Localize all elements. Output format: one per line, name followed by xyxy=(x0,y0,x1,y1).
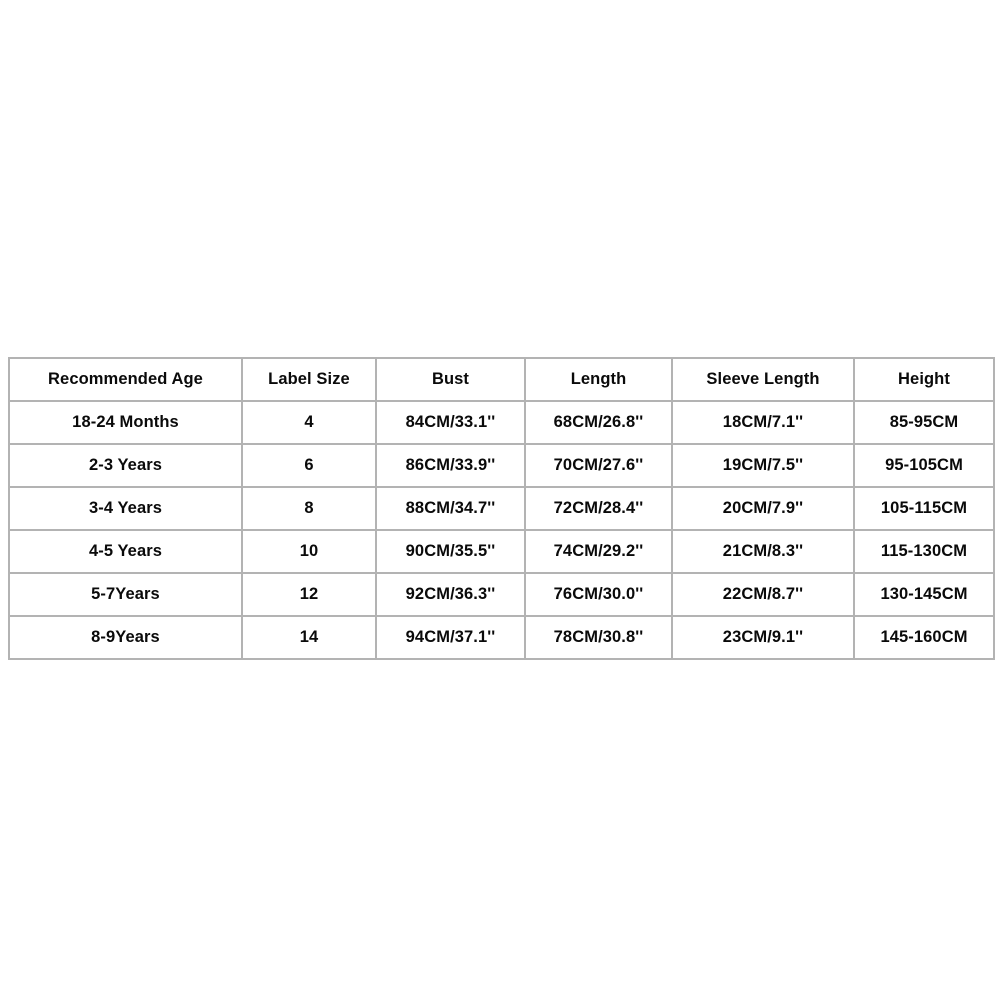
cell-sleeve-length: 22CM/8.7'' xyxy=(671,572,855,617)
table-row: 4-5 Years 10 90CM/35.5'' 74CM/29.2'' 21C… xyxy=(8,529,995,574)
header-row: Recommended Age Label Size Bust Length S… xyxy=(8,357,995,402)
column-header-label-size: Label Size xyxy=(241,357,377,402)
cell-length: 68CM/26.8'' xyxy=(524,400,673,445)
column-header-sleeve-length: Sleeve Length xyxy=(671,357,855,402)
cell-length: 78CM/30.8'' xyxy=(524,615,673,660)
cell-label-size: 10 xyxy=(241,529,377,574)
cell-bust: 92CM/36.3'' xyxy=(375,572,526,617)
cell-recommended-age: 2-3 Years xyxy=(8,443,243,488)
cell-bust: 86CM/33.9'' xyxy=(375,443,526,488)
column-header-recommended-age: Recommended Age xyxy=(8,357,243,402)
table-row: 3-4 Years 8 88CM/34.7'' 72CM/28.4'' 20CM… xyxy=(8,486,995,531)
size-chart-page: Recommended Age Label Size Bust Length S… xyxy=(0,0,1000,1000)
cell-bust: 84CM/33.1'' xyxy=(375,400,526,445)
size-chart-container: Recommended Age Label Size Bust Length S… xyxy=(8,357,995,660)
column-header-bust: Bust xyxy=(375,357,526,402)
cell-sleeve-length: 19CM/7.5'' xyxy=(671,443,855,488)
cell-sleeve-length: 21CM/8.3'' xyxy=(671,529,855,574)
column-header-height: Height xyxy=(853,357,995,402)
table-row: 18-24 Months 4 84CM/33.1'' 68CM/26.8'' 1… xyxy=(8,400,995,445)
cell-height: 95-105CM xyxy=(853,443,995,488)
column-header-length: Length xyxy=(524,357,673,402)
cell-sleeve-length: 18CM/7.1'' xyxy=(671,400,855,445)
cell-length: 76CM/30.0'' xyxy=(524,572,673,617)
cell-bust: 90CM/35.5'' xyxy=(375,529,526,574)
table-row: 2-3 Years 6 86CM/33.9'' 70CM/27.6'' 19CM… xyxy=(8,443,995,488)
cell-recommended-age: 4-5 Years xyxy=(8,529,243,574)
cell-length: 74CM/29.2'' xyxy=(524,529,673,574)
cell-recommended-age: 5-7Years xyxy=(8,572,243,617)
size-chart-table: Recommended Age Label Size Bust Length S… xyxy=(8,357,995,660)
cell-height: 130-145CM xyxy=(853,572,995,617)
cell-recommended-age: 18-24 Months xyxy=(8,400,243,445)
cell-length: 72CM/28.4'' xyxy=(524,486,673,531)
cell-label-size: 6 xyxy=(241,443,377,488)
cell-bust: 94CM/37.1'' xyxy=(375,615,526,660)
cell-label-size: 8 xyxy=(241,486,377,531)
cell-label-size: 14 xyxy=(241,615,377,660)
cell-label-size: 12 xyxy=(241,572,377,617)
cell-height: 145-160CM xyxy=(853,615,995,660)
table-body: 18-24 Months 4 84CM/33.1'' 68CM/26.8'' 1… xyxy=(8,400,995,660)
cell-height: 85-95CM xyxy=(853,400,995,445)
table-row: 5-7Years 12 92CM/36.3'' 76CM/30.0'' 22CM… xyxy=(8,572,995,617)
cell-sleeve-length: 23CM/9.1'' xyxy=(671,615,855,660)
cell-length: 70CM/27.6'' xyxy=(524,443,673,488)
cell-recommended-age: 8-9Years xyxy=(8,615,243,660)
cell-sleeve-length: 20CM/7.9'' xyxy=(671,486,855,531)
table-row: 8-9Years 14 94CM/37.1'' 78CM/30.8'' 23CM… xyxy=(8,615,995,660)
table-header: Recommended Age Label Size Bust Length S… xyxy=(8,357,995,402)
cell-height: 105-115CM xyxy=(853,486,995,531)
cell-height: 115-130CM xyxy=(853,529,995,574)
cell-bust: 88CM/34.7'' xyxy=(375,486,526,531)
cell-recommended-age: 3-4 Years xyxy=(8,486,243,531)
cell-label-size: 4 xyxy=(241,400,377,445)
